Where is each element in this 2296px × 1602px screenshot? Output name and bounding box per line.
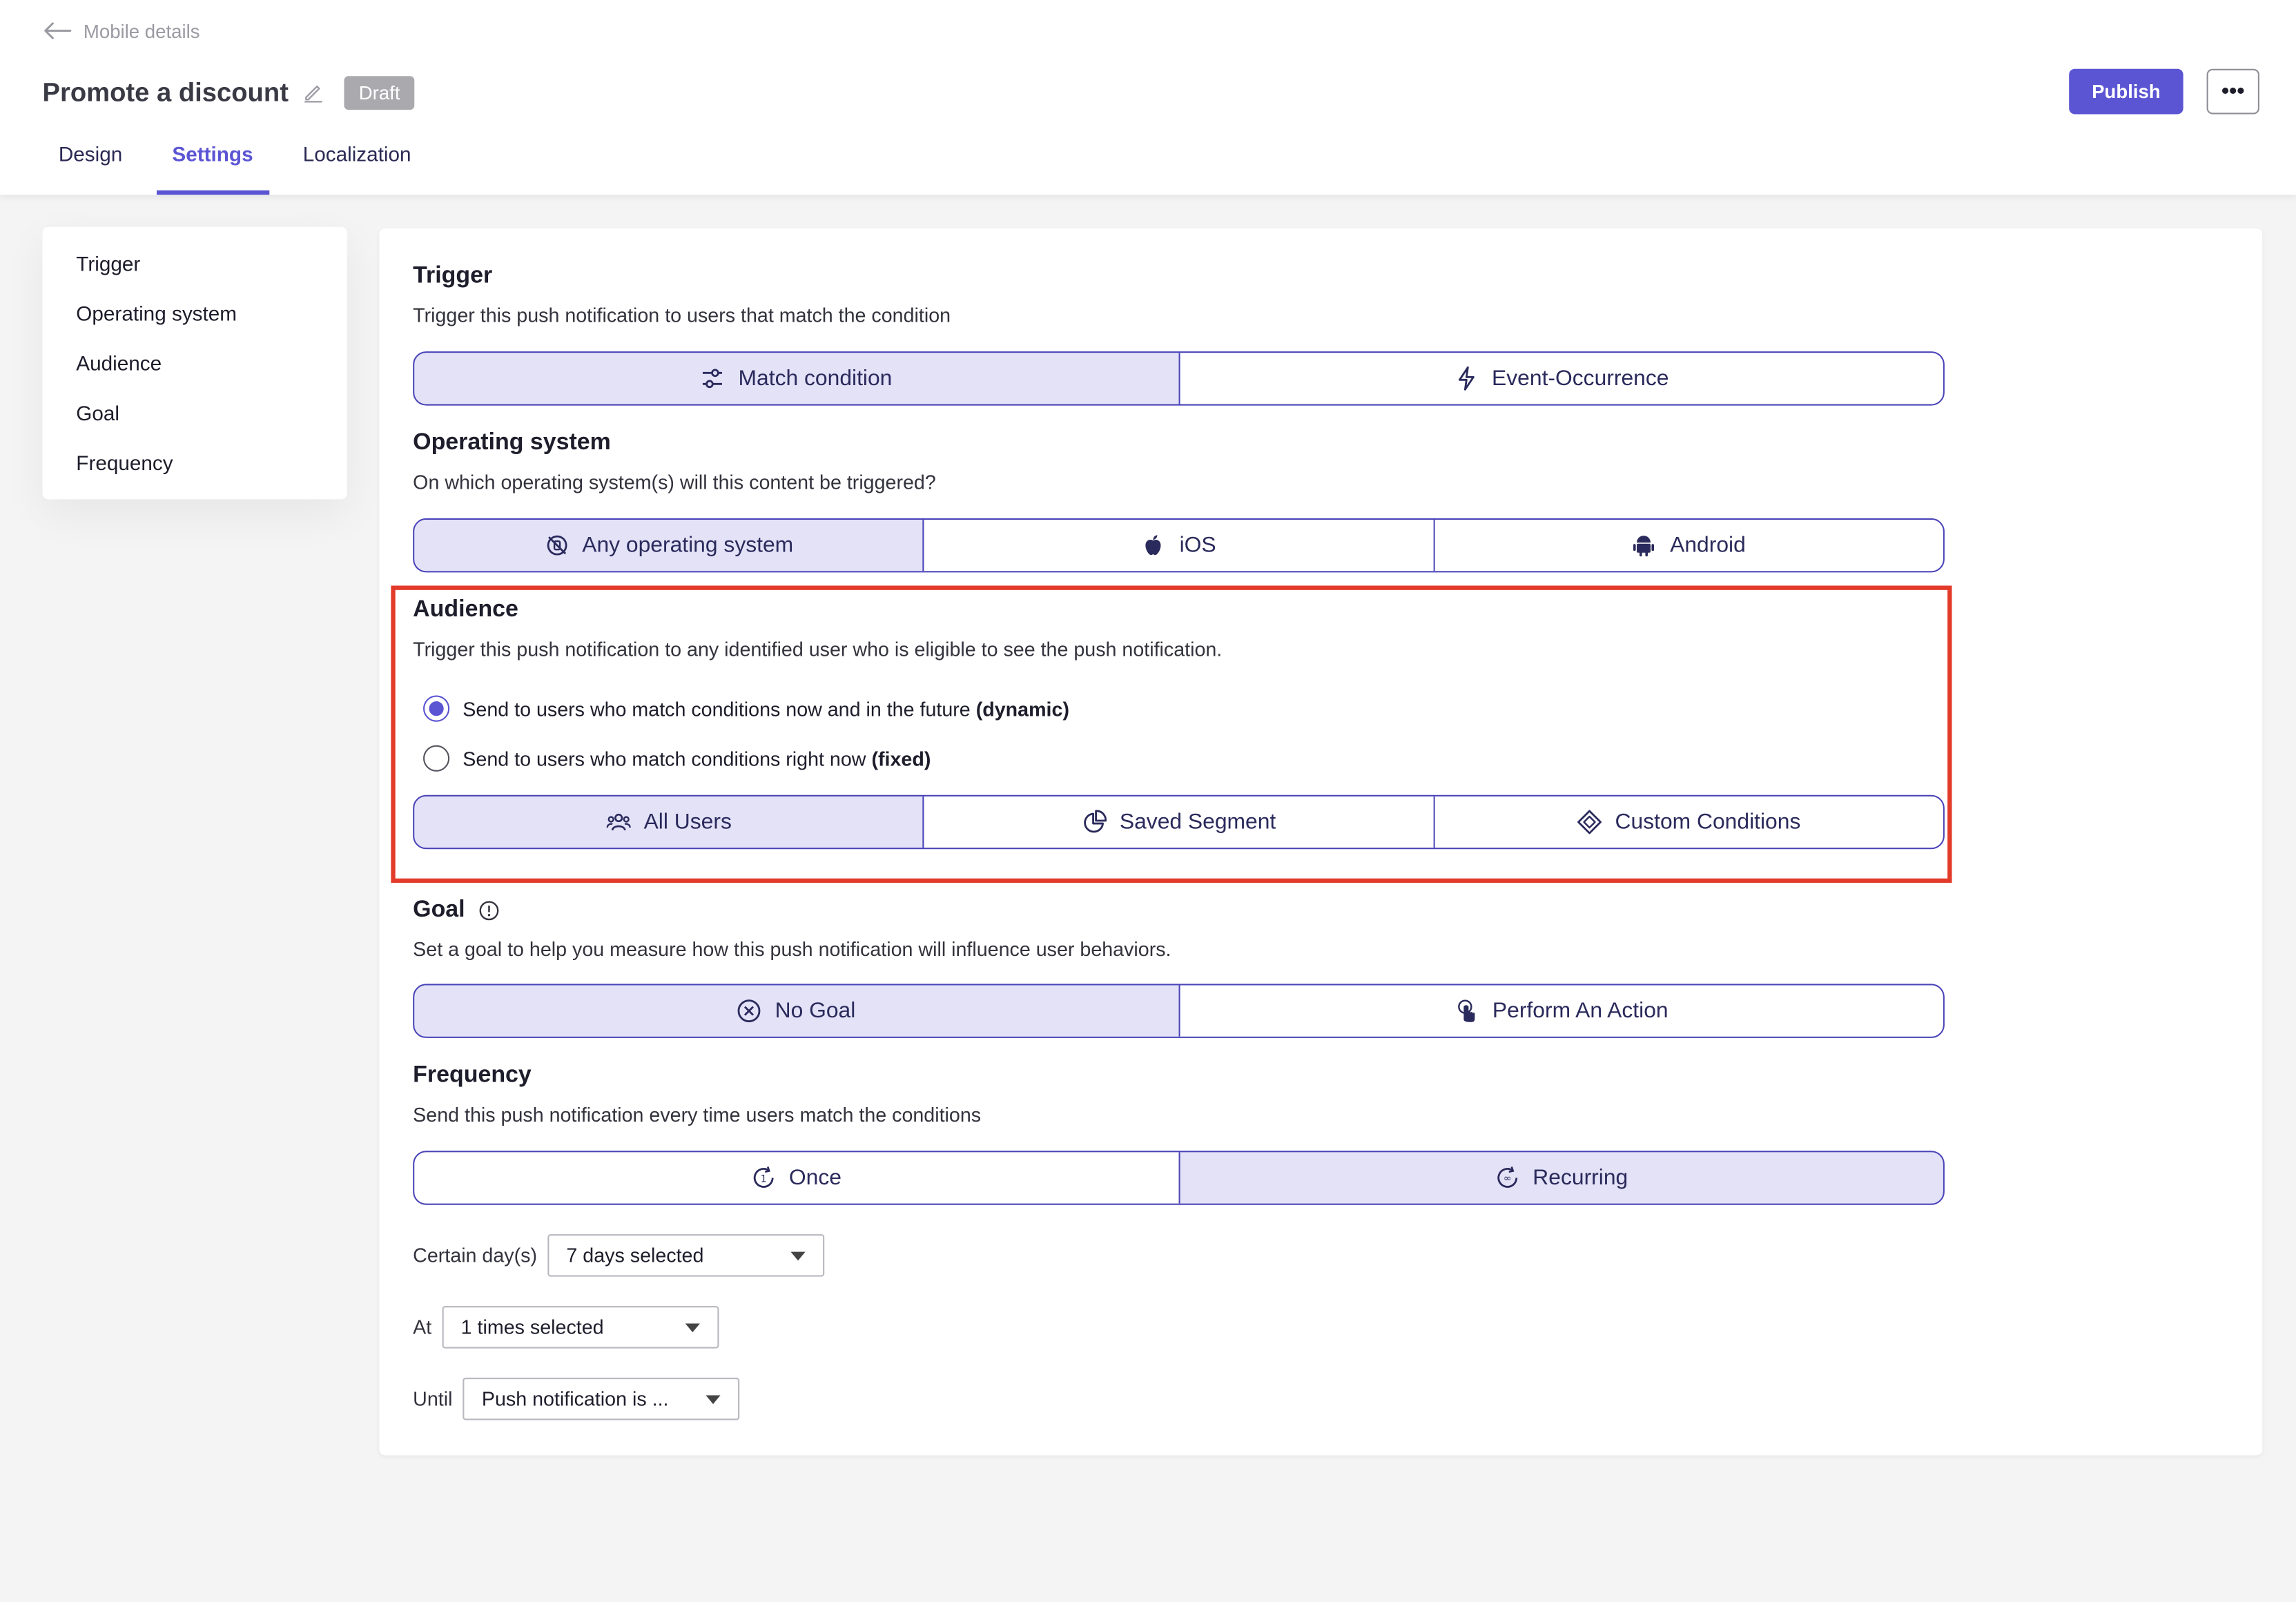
tab-bar: Design Settings Localization bbox=[43, 133, 445, 195]
days-label: Certain day(s) bbox=[413, 1244, 538, 1267]
page-title: Promote a discount bbox=[42, 77, 289, 106]
sidebar-item-operating-system[interactable]: Operating system bbox=[76, 302, 237, 325]
settings-sidebar: Trigger Operating system Audience Goal F… bbox=[42, 226, 347, 500]
until-select-value: Push notification is ... bbox=[481, 1387, 669, 1410]
at-field-row: At 1 times selected bbox=[413, 1306, 719, 1349]
trigger-segmented-control: Match condition Event-Occurrence bbox=[413, 351, 1945, 406]
audience-option-custom-conditions[interactable]: Custom Conditions bbox=[1434, 796, 1943, 848]
recurring-icon: ∞ bbox=[1497, 1166, 1517, 1188]
radio-button-unchecked[interactable] bbox=[423, 745, 450, 772]
until-label: Until bbox=[413, 1387, 453, 1410]
frequency-description: Send this push notification every time u… bbox=[413, 1104, 982, 1126]
frequency-option-label: Once bbox=[788, 1165, 841, 1191]
goal-title-row: Goal bbox=[413, 897, 498, 924]
goal-description: Set a goal to help you measure how this … bbox=[413, 938, 1171, 961]
at-select[interactable]: 1 times selected bbox=[442, 1306, 719, 1349]
settings-card: Trigger Trigger this push notification t… bbox=[379, 228, 2263, 1456]
svg-text:∞: ∞ bbox=[1503, 1173, 1511, 1184]
until-select[interactable]: Push notification is ... bbox=[463, 1378, 740, 1420]
at-label: At bbox=[413, 1316, 432, 1338]
frequency-segmented-control: 1 Once ∞ Recurring bbox=[413, 1151, 1945, 1205]
until-field-row: Until Push notification is ... bbox=[413, 1378, 740, 1420]
once-icon: 1 bbox=[753, 1166, 774, 1188]
caret-down-icon bbox=[685, 1322, 700, 1332]
trigger-option-label: Event-Occurrence bbox=[1492, 366, 1669, 391]
goal-option-label: Perform An Action bbox=[1492, 998, 1669, 1024]
trigger-option-match-condition[interactable]: Match condition bbox=[414, 353, 1180, 404]
back-link-label: Mobile details bbox=[83, 19, 200, 42]
tab-settings[interactable]: Settings bbox=[156, 133, 269, 195]
frequency-option-label: Recurring bbox=[1533, 1165, 1628, 1191]
more-icon: ••• bbox=[2221, 79, 2245, 104]
audience-radio-dynamic[interactable]: Send to users who match conditions now a… bbox=[423, 695, 1069, 722]
info-icon[interactable] bbox=[478, 901, 499, 921]
status-badge: Draft bbox=[344, 75, 415, 110]
back-link[interactable]: Mobile details bbox=[43, 17, 200, 43]
os-option-ios[interactable]: iOS bbox=[924, 520, 1435, 572]
radio-fixed-label: Send to users who match conditions right… bbox=[463, 747, 931, 770]
sidebar-item-goal[interactable]: Goal bbox=[76, 401, 119, 424]
arrow-left-icon bbox=[44, 22, 72, 39]
os-option-any[interactable]: Any operating system bbox=[414, 520, 925, 572]
os-description: On which operating system(s) will this c… bbox=[413, 471, 936, 494]
caret-down-icon bbox=[706, 1394, 721, 1404]
audience-option-all-users[interactable]: All Users bbox=[414, 796, 925, 848]
frequency-option-once[interactable]: 1 Once bbox=[414, 1152, 1180, 1204]
audience-option-label: Saved Segment bbox=[1119, 810, 1276, 835]
goal-option-label: No Goal bbox=[775, 998, 856, 1024]
lightning-icon bbox=[1458, 366, 1475, 391]
diamond-icon bbox=[1577, 810, 1602, 834]
tab-design[interactable]: Design bbox=[43, 133, 139, 195]
goal-option-no-goal[interactable]: No Goal bbox=[414, 985, 1180, 1037]
audience-option-label: All Users bbox=[643, 810, 732, 835]
pencil-icon[interactable] bbox=[303, 82, 324, 103]
goal-segmented-control: No Goal Perform An Action bbox=[413, 984, 1945, 1038]
audience-title: Audience bbox=[413, 597, 518, 623]
page-header: Mobile details Promote a discount Draft … bbox=[0, 0, 2296, 195]
os-option-label: Android bbox=[1670, 533, 1746, 558]
sidebar-item-trigger[interactable]: Trigger bbox=[76, 252, 140, 275]
goal-option-perform-action[interactable]: Perform An Action bbox=[1179, 985, 1943, 1037]
at-select-value: 1 times selected bbox=[460, 1316, 604, 1338]
trigger-option-label: Match condition bbox=[738, 366, 893, 391]
trigger-option-event-occurrence[interactable]: Event-Occurrence bbox=[1179, 353, 1943, 404]
audience-radio-fixed[interactable]: Send to users who match conditions right… bbox=[423, 745, 931, 772]
audience-option-label: Custom Conditions bbox=[1615, 810, 1801, 835]
tab-localization[interactable]: Localization bbox=[286, 133, 427, 195]
days-select-value: 7 days selected bbox=[566, 1244, 704, 1267]
devices-icon bbox=[546, 535, 567, 556]
audience-option-saved-segment[interactable]: Saved Segment bbox=[924, 796, 1435, 848]
svg-text:1: 1 bbox=[760, 1173, 766, 1184]
x-circle-icon bbox=[738, 999, 761, 1023]
sidebar-item-audience[interactable]: Audience bbox=[76, 351, 162, 375]
os-option-android[interactable]: Android bbox=[1434, 520, 1943, 572]
apple-icon bbox=[1146, 535, 1162, 556]
audience-description: Trigger this push notification to any id… bbox=[413, 638, 1223, 661]
os-segmented-control: Any operating system iOS Android bbox=[413, 518, 1945, 573]
caret-down-icon bbox=[790, 1251, 806, 1260]
trigger-title: Trigger bbox=[413, 263, 493, 289]
days-select[interactable]: 7 days selected bbox=[547, 1234, 824, 1277]
os-title: Operating system bbox=[413, 430, 611, 456]
trigger-description: Trigger this push notification to users … bbox=[413, 304, 951, 327]
radio-dynamic-label: Send to users who match conditions now a… bbox=[463, 697, 1069, 720]
os-option-label: Any operating system bbox=[582, 533, 794, 558]
os-option-label: iOS bbox=[1179, 533, 1216, 558]
more-options-button[interactable]: ••• bbox=[2206, 68, 2259, 115]
app-root: Mobile details Promote a discount Draft … bbox=[0, 0, 2296, 1602]
publish-button[interactable]: Publish bbox=[2069, 68, 2183, 115]
title-row: Promote a discount Draft bbox=[43, 72, 415, 113]
frequency-option-recurring[interactable]: ∞ Recurring bbox=[1179, 1152, 1943, 1204]
frequency-title: Frequency bbox=[413, 1062, 532, 1088]
sidebar-item-frequency[interactable]: Frequency bbox=[76, 451, 173, 474]
sliders-icon bbox=[703, 369, 723, 389]
pie-chart-icon bbox=[1083, 810, 1107, 833]
android-icon bbox=[1633, 536, 1655, 557]
tap-icon bbox=[1458, 999, 1475, 1022]
radio-button-checked[interactable] bbox=[423, 695, 450, 722]
days-field-row: Certain day(s) 7 days selected bbox=[413, 1234, 824, 1277]
goal-title: Goal bbox=[413, 897, 465, 923]
audience-segmented-control: All Users Saved Segment Custom Condition… bbox=[413, 794, 1945, 850]
users-icon bbox=[605, 813, 631, 831]
